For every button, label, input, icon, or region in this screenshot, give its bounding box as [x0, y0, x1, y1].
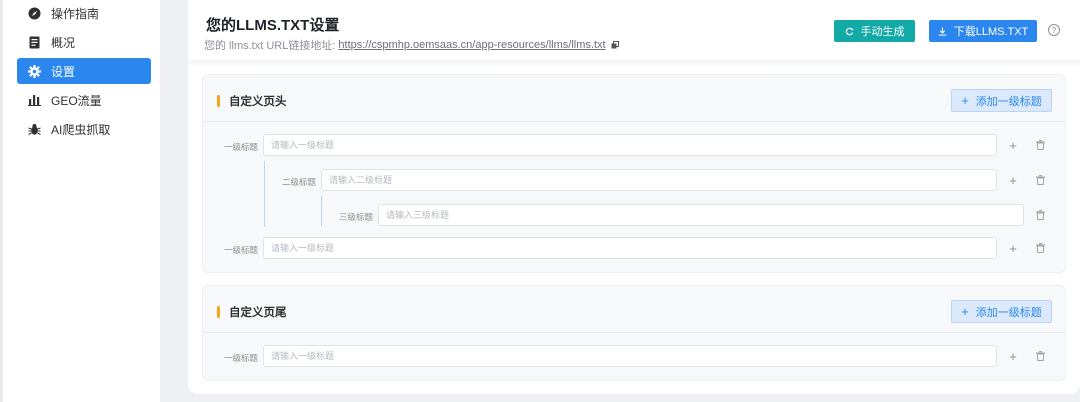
bug-icon [28, 123, 41, 136]
trash-icon [1035, 243, 1045, 253]
sidebar-item-overview[interactable]: 概况 [17, 29, 151, 55]
section-header: 自定义页尾 + 添加一级标题 [203, 286, 1065, 333]
level3-label: 三级标题 [338, 212, 373, 222]
section-title-text: 自定义页头 [229, 96, 287, 108]
section-header: 自定义页头 + 添加一级标题 [203, 75, 1065, 122]
trash-icon [1035, 351, 1045, 361]
plus-icon: + [1009, 172, 1017, 188]
refresh-icon [845, 27, 854, 36]
trash-icon [1035, 175, 1045, 185]
add-child-button[interactable]: + [1006, 349, 1020, 363]
delete-button[interactable] [1033, 349, 1047, 363]
trash-icon [1035, 210, 1045, 220]
plus-icon: + [1009, 240, 1017, 256]
sidebar-item-ai-crawler[interactable]: AI爬虫抓取 [17, 116, 151, 142]
document-icon [28, 36, 41, 49]
delete-button[interactable] [1033, 138, 1047, 152]
add-child-button[interactable]: + [1006, 241, 1020, 255]
add-level1-button[interactable]: + 添加一级标题 [951, 300, 1052, 323]
sidebar-item-label: 概况 [51, 35, 76, 50]
plus-icon: + [1009, 348, 1017, 364]
plus-icon: + [961, 304, 969, 319]
accent-bar [217, 95, 220, 107]
add-level1-label: 添加一级标题 [975, 306, 1042, 319]
level1-label: 一级标题 [223, 353, 258, 363]
url-prefix: 您的 llms.txt URL链接地址: [204, 40, 336, 52]
sidebar-item-label: GEO流量 [51, 93, 102, 108]
level1-title-input[interactable] [263, 134, 997, 156]
section-title-text: 自定义页尾 [229, 307, 287, 319]
level2-label: 二级标题 [281, 177, 316, 187]
copy-icon[interactable] [611, 41, 619, 49]
delete-button[interactable] [1033, 208, 1047, 222]
gear-icon [28, 64, 41, 78]
delete-button[interactable] [1033, 241, 1047, 255]
plus-icon: + [1009, 137, 1017, 153]
custom-footer-section: 自定义页尾 + 添加一级标题 一级标题 + [202, 285, 1066, 381]
level1-title-input[interactable] [263, 345, 997, 367]
url-line: 您的 llms.txt URL链接地址: https://cspmhp.oems… [204, 37, 619, 53]
download-llms-button[interactable]: 下载LLMS.TXT [929, 20, 1037, 42]
settings-panel: 您的LLMS.TXT设置 您的 llms.txt URL链接地址: https:… [188, 0, 1080, 394]
delete-button[interactable] [1033, 173, 1047, 187]
sidebar-item-settings[interactable]: 设置 [17, 58, 151, 84]
section-title: 自定义页头 [217, 93, 287, 109]
section-title: 自定义页尾 [217, 304, 287, 320]
sidebar-item-label: AI爬虫抓取 [51, 122, 111, 137]
add-level1-button[interactable]: + 添加一级标题 [951, 89, 1052, 112]
manual-generate-label: 手动生成 [860, 26, 905, 38]
page-title: 您的LLMS.TXT设置 [206, 17, 340, 34]
manual-generate-button[interactable]: 手动生成 [834, 20, 915, 42]
add-level1-label: 添加一级标题 [975, 95, 1042, 108]
help-icon[interactable]: ? [1048, 24, 1060, 36]
level2-title-input[interactable] [321, 169, 997, 191]
compass-icon [28, 7, 41, 20]
level1-label: 一级标题 [223, 245, 258, 255]
sidebar-item-label: 设置 [51, 64, 76, 79]
add-child-button[interactable]: + [1006, 138, 1020, 152]
tree-connector [264, 161, 265, 227]
sidebar: 操作指南 概况 设置 GEO流量 AI爬虫抓取 [0, 0, 160, 402]
add-child-button[interactable]: + [1006, 173, 1020, 187]
sidebar-item-label: 操作指南 [51, 6, 100, 21]
bar-chart-icon [28, 94, 41, 107]
custom-header-section: 自定义页头 + 添加一级标题 一级标题 + 二级标题 + 三级标题 [202, 74, 1066, 273]
level1-title-input[interactable] [263, 237, 997, 259]
download-llms-label: 下载LLMS.TXT [953, 26, 1029, 38]
tree-connector [321, 196, 322, 226]
sidebar-item-geo-traffic[interactable]: GEO流量 [17, 87, 151, 113]
llms-url-link[interactable]: https://cspmhp.oemsaas.cn/app-resources/… [338, 39, 605, 51]
level1-label: 一级标题 [223, 142, 258, 152]
sidebar-item-guide[interactable]: 操作指南 [17, 0, 151, 26]
level3-title-input[interactable] [378, 204, 1024, 226]
plus-icon: + [961, 93, 969, 108]
download-icon [938, 27, 947, 36]
accent-bar [217, 306, 220, 318]
header-divider [188, 60, 1080, 66]
trash-icon [1035, 140, 1045, 150]
